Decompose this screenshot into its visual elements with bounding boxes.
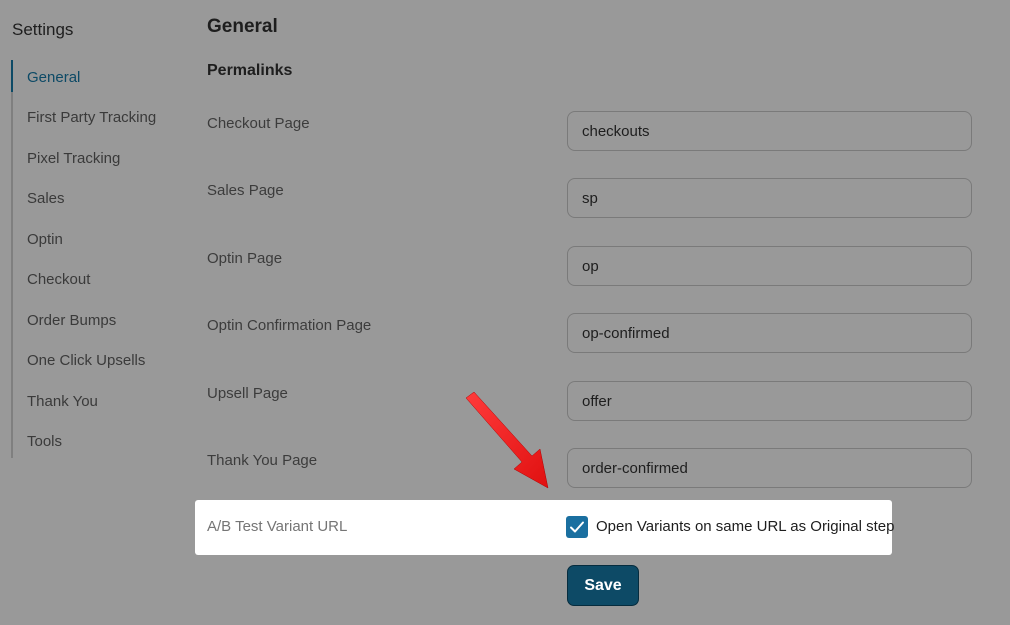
nav-item-first-party-tracking[interactable]: First Party Tracking xyxy=(27,109,156,126)
nav-item-sales[interactable]: Sales xyxy=(27,190,65,207)
nav-active-indicator xyxy=(11,60,13,92)
sidebar-title: Settings xyxy=(12,20,74,39)
section-title-permalinks: Permalinks xyxy=(207,62,293,79)
nav-item-tools[interactable]: Tools xyxy=(27,433,62,450)
nav-item-checkout[interactable]: Checkout xyxy=(27,271,90,288)
optin-page-input[interactable] xyxy=(567,246,972,286)
checkmark-icon xyxy=(570,521,584,533)
checkout-page-label: Checkout Page xyxy=(207,115,310,132)
sales-page-input[interactable] xyxy=(567,178,972,218)
thank-you-page-input[interactable] xyxy=(567,448,972,488)
optin-page-label: Optin Page xyxy=(207,250,283,267)
nav-item-thank-you[interactable]: Thank You xyxy=(27,393,98,410)
settings-nav: General First Party Tracking Pixel Track… xyxy=(11,60,191,458)
ab-test-highlight: A/B Test Variant URL Open Variants on sa… xyxy=(195,500,894,555)
nav-item-order-bumps[interactable]: Order Bumps xyxy=(27,312,116,329)
thank-you-page-label: Thank You Page xyxy=(207,452,318,469)
annotation-arrow-icon xyxy=(465,392,549,489)
ab-test-checkbox[interactable] xyxy=(566,516,588,538)
ab-test-checkbox-label[interactable]: Open Variants on same URL as Original st… xyxy=(596,518,894,535)
checkout-page-input[interactable] xyxy=(567,111,972,151)
save-button[interactable]: Save xyxy=(567,565,639,606)
nav-item-general[interactable]: General xyxy=(27,69,80,86)
ab-test-label: A/B Test Variant URL xyxy=(207,518,348,535)
upsell-page-label: Upsell Page xyxy=(207,385,288,402)
sales-page-label: Sales Page xyxy=(207,182,284,199)
optin-confirmation-page-label: Optin Confirmation Page xyxy=(207,317,372,334)
nav-item-pixel-tracking[interactable]: Pixel Tracking xyxy=(27,150,120,167)
nav-item-one-click-upsells[interactable]: One Click Upsells xyxy=(27,352,145,369)
page-title: General xyxy=(207,16,278,37)
upsell-page-input[interactable] xyxy=(567,381,972,421)
optin-confirmation-page-input[interactable] xyxy=(567,313,972,353)
nav-item-optin[interactable]: Optin xyxy=(27,231,63,248)
